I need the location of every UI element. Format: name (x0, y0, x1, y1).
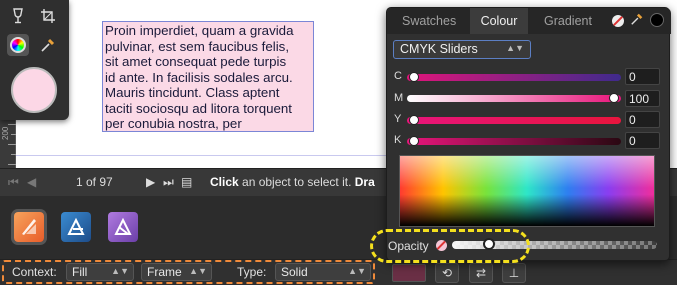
tools-panel (0, 0, 69, 120)
yellow-value-field[interactable]: 0 (625, 111, 660, 128)
cyan-slider-knob[interactable] (409, 72, 419, 82)
yellow-slider-knob[interactable] (409, 115, 419, 125)
swap-icon[interactable]: ⇄ (469, 263, 493, 283)
text-frame[interactable]: Proin imperdiet, quam a gravida pulvinar… (102, 21, 314, 132)
colour-wheel-icon[interactable] (7, 34, 29, 56)
hint-bold: Click (210, 175, 239, 189)
document-icon[interactable]: ▤ (181, 175, 192, 189)
rotate-icon[interactable]: ⟲ (435, 263, 459, 283)
black-label: K (394, 134, 402, 146)
current-colour-swatch[interactable] (11, 67, 57, 113)
chevron-updown-icon: ▲▼ (506, 43, 524, 53)
designer-persona-icon[interactable] (61, 212, 91, 242)
previous-page-icon[interactable]: ◀ (27, 175, 36, 189)
black-value-field[interactable]: 0 (625, 132, 660, 149)
tab-gradient[interactable]: Gradient (544, 14, 592, 28)
colour-picker-icon[interactable] (630, 12, 644, 29)
page-guide-line (16, 155, 396, 156)
opacity-highlight-annotation (370, 229, 530, 263)
ruler-tick (11, 154, 16, 155)
tab-swatches[interactable]: Swatches (402, 14, 456, 28)
photo-persona-icon[interactable] (108, 212, 138, 242)
align-icon[interactable]: ⊥ (502, 263, 526, 283)
frame-text[interactable]: Proin imperdiet, quam a gravida pulvinar… (103, 22, 313, 133)
ruler-tick (8, 124, 16, 125)
colour-model-value: CMYK Sliders (400, 42, 478, 56)
publisher-persona-icon[interactable] (14, 212, 44, 242)
black-slider[interactable] (407, 136, 621, 146)
magenta-label: M (394, 92, 404, 104)
ruler-tick (8, 144, 16, 145)
ruler-label: 200 (1, 126, 10, 140)
page-indicator[interactable]: 1 of 97 (76, 175, 113, 189)
colour-wheel-swatch (10, 37, 26, 53)
status-hint: Click an object to select it. Dra (210, 175, 375, 189)
yellow-slider[interactable] (407, 115, 621, 125)
no-fill-icon[interactable] (612, 15, 624, 27)
colour-picker-icon[interactable] (37, 34, 59, 56)
black-swatch-icon[interactable] (650, 13, 664, 27)
black-slider-knob[interactable] (409, 136, 419, 146)
colour-model-select[interactable]: CMYK Sliders ▲▼ (393, 40, 531, 59)
ruler-tick (8, 164, 16, 165)
vertical-ruler (0, 118, 16, 168)
tab-colour[interactable]: Colour (470, 8, 528, 34)
yellow-label: Y (394, 113, 402, 125)
fill-colour-swatch[interactable] (392, 264, 426, 282)
colour-panel: Swatches Colour Gradient CMYK Sliders ▲▼ … (386, 7, 671, 261)
magenta-slider[interactable] (407, 93, 621, 103)
cyan-slider[interactable] (407, 72, 621, 82)
panel-tab-bar: Swatches Colour Gradient (387, 8, 671, 34)
magenta-slider-knob[interactable] (609, 93, 619, 103)
context-highlight-annotation (2, 260, 375, 284)
ruler-tick (11, 134, 16, 135)
colour-spectrum[interactable] (399, 155, 655, 227)
magenta-value-field[interactable]: 100 (625, 90, 660, 107)
cyan-label: C (394, 70, 402, 82)
wine-glass-icon[interactable] (7, 5, 29, 27)
hint-text: an object to select it. (238, 175, 355, 189)
next-page-icon[interactable]: ▶ (146, 175, 155, 189)
last-page-icon[interactable]: ⏭ (163, 175, 174, 190)
hint-bold-2: Dra (354, 175, 375, 189)
cyan-value-field[interactable]: 0 (625, 68, 660, 85)
first-page-icon[interactable]: ⏮ (8, 175, 19, 190)
crop-icon[interactable] (37, 5, 59, 27)
